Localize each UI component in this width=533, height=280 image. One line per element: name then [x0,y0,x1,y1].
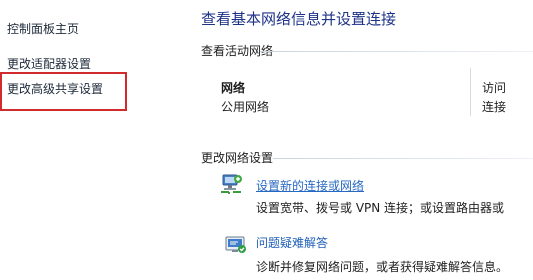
new-connection-icon[interactable] [219,172,243,196]
network-name: 网络 [221,81,246,95]
page-title: 查看基本网络信息并设置连接 [201,10,397,28]
troubleshoot-icon[interactable] [224,233,248,257]
connections-label: 连接 [482,100,507,114]
change-settings-heading: 更改网络设置 [201,151,274,165]
troubleshoot-link[interactable]: 问题疑难解答 [256,234,328,251]
control-panel-home-link[interactable]: 控制面板主页 [7,20,79,37]
network-type-link[interactable]: 公用网络 [221,98,269,115]
troubleshoot-description: 诊断并修复网络问题，或者获得疑难解答信息。 [256,260,509,274]
highlight-box [0,72,127,111]
section-divider [260,51,533,52]
section-divider [273,158,533,159]
setup-new-connection-link[interactable]: 设置新的连接或网络 [256,177,364,194]
vertical-divider [470,68,471,116]
access-type-label: 访问 [482,81,507,95]
setup-new-connection-description: 设置宽带、拨号或 VPN 连接；或设置路由器或 [256,201,505,215]
change-adapter-settings-link[interactable]: 更改适配器设置 [7,55,91,72]
sidebar: 控制面板主页 更改适配器设置 更改高级共享设置 [0,0,180,280]
